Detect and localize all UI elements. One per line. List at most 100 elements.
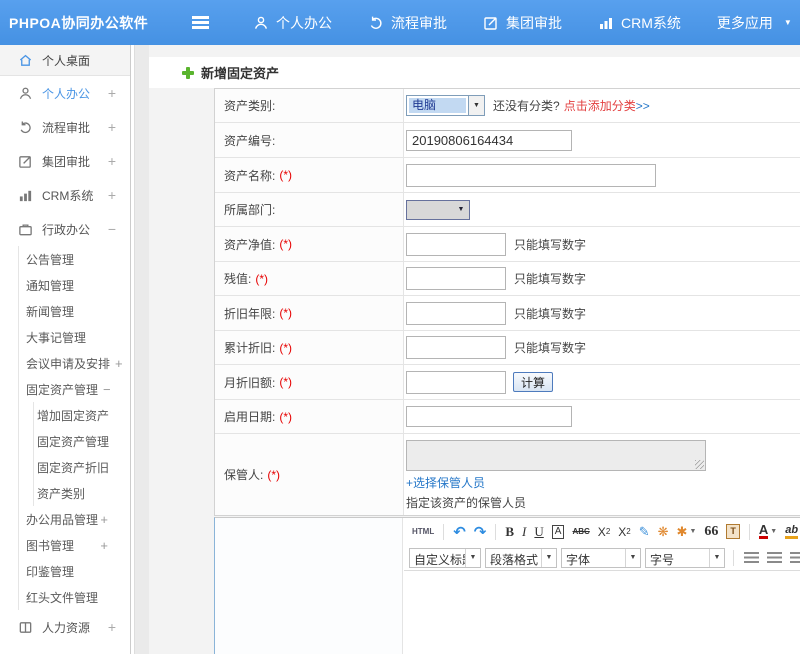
add-category-link[interactable]: 点击添加分类 — [564, 97, 636, 114]
sidebar-item-meeting-request[interactable]: 会议申请及安排 + — [19, 350, 130, 376]
hamburger-menu-icon[interactable] — [192, 21, 209, 23]
expand-plus-icon[interactable]: + — [108, 119, 116, 135]
sidebar-item-personal-desktop[interactable]: 个人桌面 — [0, 45, 130, 76]
topnav-personal-office[interactable]: 个人办公 — [253, 13, 332, 33]
expand-plus-icon[interactable]: + — [108, 187, 116, 203]
start-date-input[interactable] — [406, 406, 572, 427]
sidebar-item-label: 大事记管理 — [26, 329, 86, 346]
sidebar-item-workflow-approval[interactable]: 流程审批 + — [0, 110, 130, 144]
sidebar-item-fixed-asset-depreciation[interactable]: 固定资产折旧 — [34, 454, 130, 480]
asset-name-input[interactable] — [406, 164, 656, 187]
eraser-icon[interactable]: ✎ — [636, 524, 653, 540]
sidebar-item-crm-system[interactable]: CRM系统 + — [0, 178, 130, 212]
sidebar-item-label: 公告管理 — [26, 251, 74, 268]
app-logo: PHPOA协同办公软件 — [0, 13, 178, 33]
sidebar-item-red-header-doc-mgmt[interactable]: 红头文件管理 — [19, 584, 130, 610]
sidebar-item-book-mgmt[interactable]: 图书管理 + — [19, 532, 130, 558]
net-value-input[interactable] — [406, 233, 506, 256]
expand-plus-icon[interactable]: + — [115, 356, 123, 371]
align-right-icon[interactable] — [790, 552, 800, 563]
undo-icon[interactable]: ↶ — [450, 523, 469, 541]
keeper-textarea[interactable] — [406, 440, 706, 471]
italic-button[interactable]: I — [519, 524, 529, 540]
topnav-label: 集团审批 — [506, 13, 562, 33]
sidebar-item-add-fixed-asset[interactable]: 增加固定资产 — [34, 402, 130, 428]
align-left-icon[interactable] — [744, 552, 759, 563]
topnav-group-approval[interactable]: 集团审批 — [483, 13, 562, 33]
sidebar-item-admin-office[interactable]: 行政办公 − — [0, 212, 130, 246]
resize-handle[interactable] — [695, 460, 704, 469]
monthly-depreciation-input[interactable] — [406, 371, 506, 394]
editor-content-area[interactable] — [404, 571, 800, 654]
sidebar-item-label: 固定资产管理 — [26, 381, 98, 398]
expand-plus-icon[interactable]: + — [108, 619, 116, 635]
chevron-down-icon: ▼ — [709, 549, 724, 567]
sidebar-item-label: 红头文件管理 — [26, 589, 98, 606]
sidebar-gutter — [135, 45, 149, 654]
paragraph-format-select[interactable]: 段落格式 ▼ — [485, 548, 557, 568]
paste-text-icon[interactable]: T — [726, 524, 740, 539]
bold-button[interactable]: B — [502, 524, 517, 540]
form-row-net-value: 资产净值: (*) 只能填写数字 — [215, 227, 800, 262]
sidebar-item-seal-mgmt[interactable]: 印鉴管理 — [19, 558, 130, 584]
custom-title-select[interactable]: 自定义标题 ▼ — [409, 548, 481, 568]
department-select[interactable]: ▼ — [406, 200, 470, 220]
sidebar-item-announcement-mgmt[interactable]: 公告管理 — [19, 246, 130, 272]
residual-value-input[interactable] — [406, 267, 506, 290]
subscript-button[interactable]: X2 — [615, 525, 633, 539]
superscript-button[interactable]: X2 — [595, 525, 613, 539]
field-label: 资产编号: — [224, 132, 275, 149]
sidebar-item-office-supplies-mgmt[interactable]: 办公用品管理 + — [19, 506, 130, 532]
html-source-button[interactable]: HTML — [409, 527, 437, 536]
paint-format-icon[interactable]: ✱▼ — [674, 524, 700, 540]
highlight-color-button[interactable]: ab▼ — [782, 524, 800, 539]
font-size-select[interactable]: 字号 ▼ — [645, 548, 725, 568]
select-keeper-link[interactable]: +选择保管人员 — [406, 474, 485, 491]
chevron-down-icon: ▼ — [468, 96, 484, 115]
sidebar-item-notice-mgmt[interactable]: 通知管理 — [19, 272, 130, 298]
sidebar-item-personal-office[interactable]: 个人办公 + — [0, 76, 130, 110]
sidebar-item-group-approval[interactable]: 集团审批 + — [0, 144, 130, 178]
expand-plus-icon[interactable]: + — [108, 153, 116, 169]
strikethrough-button[interactable]: ABC — [569, 527, 592, 536]
calculate-button[interactable]: 计算 — [513, 372, 553, 392]
briefcase-icon — [18, 222, 33, 237]
sidebar-item-human-resources[interactable]: 人力资源 + — [0, 610, 130, 644]
sidebar-item-label: 会议申请及安排 — [26, 355, 110, 372]
sidebar-item-asset-category[interactable]: 资产类别 — [34, 480, 130, 506]
required-marker: (*) — [255, 272, 268, 286]
blockquote-button[interactable]: 66 — [701, 524, 721, 540]
collapse-minus-icon[interactable]: − — [108, 221, 116, 237]
form-row-monthly-depreciation: 月折旧额: (*) 计算 — [215, 365, 800, 400]
sidebar-item-memorabilia-mgmt[interactable]: 大事记管理 — [19, 324, 130, 350]
page-header: 新增固定资产 — [149, 57, 800, 88]
underline-button[interactable]: U — [531, 524, 546, 540]
font-color-button[interactable]: A▼ — [756, 524, 780, 539]
required-marker: (*) — [279, 168, 292, 182]
collapse-minus-icon[interactable]: − — [103, 382, 111, 397]
redo-icon[interactable]: ↷ — [471, 523, 490, 541]
field-label: 资产名称: — [224, 167, 275, 184]
expand-plus-icon[interactable]: + — [100, 512, 108, 527]
align-center-icon[interactable] — [767, 552, 782, 563]
sidebar-item-news-mgmt[interactable]: 新闻管理 — [19, 298, 130, 324]
topnav-more-apps[interactable]: 更多应用 ▼ — [717, 13, 792, 33]
accumulated-depreciation-input[interactable] — [406, 336, 506, 359]
asset-number-input[interactable] — [406, 130, 572, 151]
topnav-crm-system[interactable]: CRM系统 — [598, 13, 681, 33]
asset-category-select[interactable]: 电脑 ▼ — [406, 95, 485, 116]
topnav-workflow-approval[interactable]: 流程审批 — [368, 13, 447, 33]
form-row-asset-category: 资产类别: 电脑 ▼ 还没有分类? 点击添加分类 >> — [215, 89, 800, 123]
expand-plus-icon[interactable]: + — [108, 85, 116, 101]
sidebar-item-fixed-asset-mgmt[interactable]: 固定资产管理 − — [19, 376, 130, 402]
sidebar-item-official-doc-mgmt[interactable]: 公文管理 + — [0, 644, 130, 654]
font-family-select[interactable]: 字体 ▼ — [561, 548, 641, 568]
book-icon — [18, 620, 33, 635]
sidebar-item-fixed-asset-manage[interactable]: 固定资产管理 — [34, 428, 130, 454]
required-marker: (*) — [279, 410, 292, 424]
add-category-link-arrows[interactable]: >> — [636, 99, 650, 113]
depreciation-years-input[interactable] — [406, 302, 506, 325]
format-brush-icon[interactable]: ❋ — [655, 524, 672, 540]
expand-plus-icon[interactable]: + — [100, 538, 108, 553]
font-style-button[interactable]: A — [552, 525, 565, 539]
